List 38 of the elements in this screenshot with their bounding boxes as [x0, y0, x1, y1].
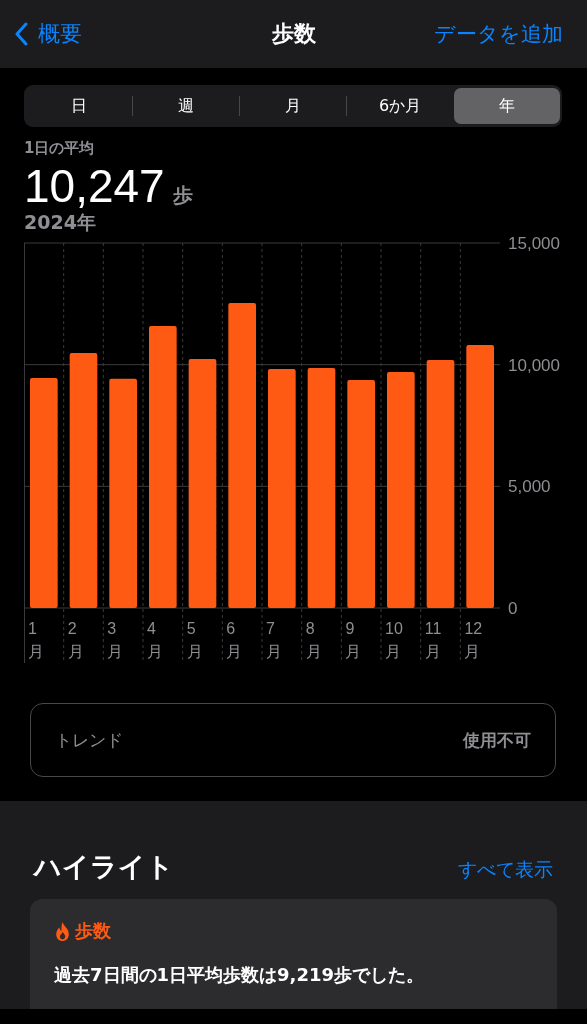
section-title: ハイライト: [34, 850, 174, 884]
trend-card[interactable]: トレンド 使用不可: [30, 703, 556, 777]
average-label: 1日の平均: [24, 139, 96, 158]
x-axis-label: 8月: [305, 619, 323, 662]
segment-tab[interactable]: 日: [26, 88, 132, 124]
average-value: 10,247: [24, 160, 165, 212]
period-label: 2024年: [24, 210, 97, 235]
y-axis-label: 5,000: [508, 477, 551, 497]
back-chevron-icon: [14, 22, 28, 46]
x-axis-label: 2月: [67, 619, 85, 662]
x-axis-label: 7月: [266, 619, 284, 662]
x-axis-label: 1月: [28, 619, 45, 662]
show-all-link[interactable]: すべて表示: [458, 857, 553, 883]
highlight-text: 過去7日間の1日平均歩数は9,219歩でした。: [54, 963, 425, 987]
trend-value: 使用不可: [463, 728, 531, 752]
unit-label: 歩: [172, 182, 193, 209]
add-data-link[interactable]: データを追加: [434, 20, 563, 48]
flame-icon: [54, 920, 71, 942]
segment-tab[interactable]: 年: [454, 88, 560, 124]
x-axis-label: 3月: [107, 619, 125, 662]
y-axis-label: 0: [508, 599, 518, 618]
segment-tab[interactable]: 月: [240, 88, 346, 124]
trend-label: トレンド: [55, 728, 123, 752]
highlight-card[interactable]: 歩数 過去7日間の1日平均歩数は9,219歩でした。: [30, 899, 557, 1009]
x-axis-label: 9月: [345, 619, 363, 662]
page-title: 歩数: [271, 20, 316, 48]
x-axis-label: 12月: [464, 619, 484, 662]
x-axis-label: 11月: [424, 619, 443, 662]
segment-tab[interactable]: 週: [133, 88, 239, 124]
y-axis-label: 15,000: [508, 234, 560, 253]
x-axis-label: 10月: [385, 619, 404, 662]
segment-tab[interactable]: 6か月: [347, 88, 453, 124]
x-axis-label: 4月: [147, 619, 164, 662]
x-axis-label: 6月: [226, 619, 244, 662]
x-axis-label: 5月: [186, 619, 204, 662]
highlight-category: 歩数: [75, 919, 111, 943]
y-axis-label: 10,000: [508, 355, 560, 375]
back-button[interactable]: 概要: [14, 19, 82, 49]
